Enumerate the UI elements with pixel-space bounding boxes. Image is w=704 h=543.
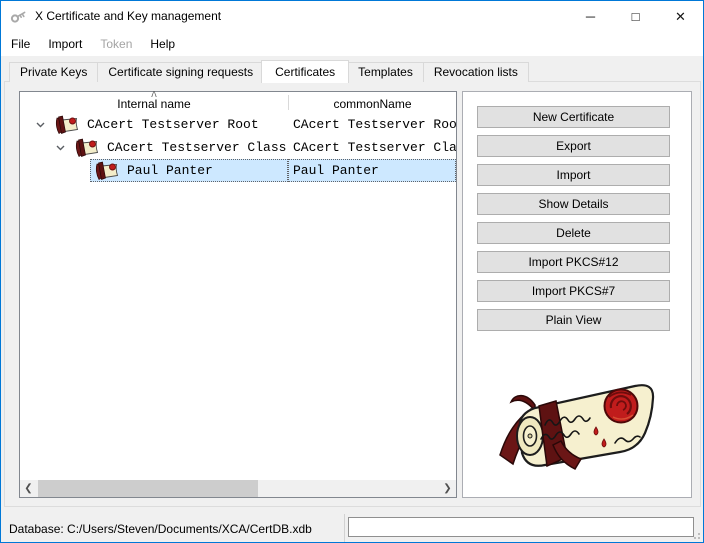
menu-file[interactable]: File	[2, 31, 39, 56]
tab-certificate-signing-requests[interactable]: Certificate signing requests	[97, 62, 264, 82]
cell-internal-name[interactable]: Paul Panter	[20, 159, 288, 182]
minimize-icon: ─	[586, 10, 595, 23]
certificate-icon	[52, 115, 80, 134]
internal-name-text: Paul Panter	[127, 163, 213, 178]
cell-internal-name[interactable]: CAcert Testserver Root	[20, 113, 288, 136]
cell-common-name[interactable]: CAcert Testserver Class 3	[288, 136, 456, 159]
show-details-button[interactable]: Show Details	[477, 193, 670, 215]
menu-token: Token	[91, 31, 141, 56]
table-row-cacert-testserver-root[interactable]: CAcert Testserver Root CAcert Testserver …	[20, 113, 456, 136]
certificates-table: ᐱ Internal name commonName CAcert Testse…	[19, 91, 457, 498]
close-icon: ✕	[675, 10, 686, 23]
tab-certificates[interactable]: Certificates	[261, 60, 349, 83]
horizontal-scrollbar[interactable]: ❮ ❯	[20, 480, 456, 497]
maximize-button[interactable]: □	[613, 1, 658, 31]
import-button[interactable]: Import	[477, 164, 670, 186]
resize-grip[interactable]	[690, 529, 700, 539]
xca-main-window: X Certificate and Key management ─ □ ✕ F…	[0, 0, 704, 543]
cell-common-name[interactable]: Paul Panter	[288, 159, 456, 182]
menu-help[interactable]: Help	[141, 31, 184, 56]
statusbar-database-path: Database: C:/Users/Steven/Documents/XCA/…	[9, 516, 312, 542]
table-header: ᐱ Internal name commonName	[20, 92, 456, 113]
chevron-down-icon[interactable]	[30, 122, 50, 128]
cell-common-name[interactable]: CAcert Testserver Root	[288, 113, 456, 136]
progress-field	[348, 517, 694, 537]
xca-scroll-logo	[483, 375, 673, 478]
certificate-icon	[92, 161, 120, 180]
tab-revocation-lists[interactable]: Revocation lists	[423, 62, 529, 82]
menu-bar: FileImportTokenHelp	[1, 31, 703, 56]
chevron-down-icon[interactable]	[50, 145, 70, 151]
tab-templates[interactable]: Templates	[347, 62, 424, 82]
import-pkcs-12-button[interactable]: Import PKCS#12	[477, 251, 670, 273]
certificate-icon	[72, 138, 100, 157]
new-certificate-button[interactable]: New Certificate	[477, 106, 670, 128]
actions-panel: New Certificate Export Import Show Details D…	[462, 91, 692, 498]
tab-private-keys[interactable]: Private Keys	[9, 62, 98, 82]
maximize-icon: □	[632, 10, 640, 23]
column-header-internal-name[interactable]: Internal name	[20, 92, 288, 113]
minimize-button[interactable]: ─	[568, 1, 613, 31]
cell-internal-name[interactable]: CAcert Testserver Class 3	[20, 136, 288, 159]
scroll-right-icon[interactable]: ❯	[439, 480, 456, 497]
title-bar: X Certificate and Key management ─ □ ✕	[1, 1, 703, 31]
internal-name-text: CAcert Testserver Class 3	[107, 140, 288, 155]
import-pkcs-7-button[interactable]: Import PKCS#7	[477, 280, 670, 302]
menu-import[interactable]: Import	[39, 31, 91, 56]
table-row-cacert-testserver-class-3[interactable]: CAcert Testserver Class 3CAcert Testserv…	[20, 136, 456, 159]
plain-view-button[interactable]: Plain View	[477, 309, 670, 331]
scroll-left-icon[interactable]: ❮	[20, 480, 37, 497]
internal-name-text: CAcert Testserver Root	[87, 117, 259, 132]
delete-button[interactable]: Delete	[477, 222, 670, 244]
export-button[interactable]: Export	[477, 135, 670, 157]
window-title: X Certificate and Key management	[35, 9, 221, 23]
close-button[interactable]: ✕	[658, 1, 703, 31]
table-body: CAcert Testserver RootCAcert Testserver …	[20, 113, 456, 480]
statusbar-divider	[344, 514, 345, 542]
column-header-common-name[interactable]: commonName	[289, 92, 456, 113]
key-icon	[10, 8, 27, 25]
scrollbar-thumb[interactable]	[38, 480, 258, 497]
tab-bar: Private KeysCertificate signing requests…	[9, 59, 528, 82]
window-controls: ─ □ ✕	[568, 1, 703, 31]
table-row-paul-panter[interactable]: Paul Panter Paul Panter	[20, 159, 456, 182]
